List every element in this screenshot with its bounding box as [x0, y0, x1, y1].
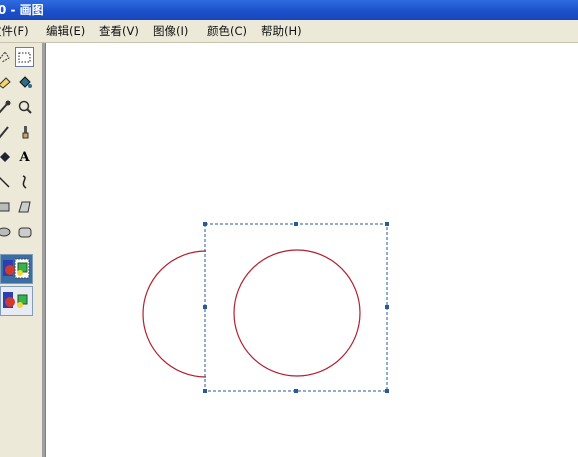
title-bar[interactable]: 0 - 画图	[0, 0, 578, 20]
free-select-icon[interactable]	[0, 47, 13, 67]
selection-handles	[203, 222, 389, 393]
curve-icon[interactable]	[15, 172, 34, 192]
toolbox: A	[0, 43, 42, 457]
line-icon[interactable]	[0, 172, 13, 192]
menu-color[interactable]: 颜色(C)	[207, 20, 247, 42]
selection-mode-transparent[interactable]	[0, 286, 33, 316]
airbrush-icon[interactable]	[0, 147, 13, 167]
clipped-circle-arc	[142, 250, 207, 378]
fill-bucket-icon[interactable]	[15, 72, 34, 92]
color-picker-icon[interactable]	[0, 97, 13, 117]
ellipse-icon[interactable]	[0, 222, 13, 242]
rounded-rect-icon[interactable]	[15, 222, 34, 242]
drawing-canvas[interactable]	[46, 43, 578, 457]
circle-shape	[233, 249, 361, 377]
pencil-icon[interactable]	[0, 122, 13, 142]
rect-select-icon[interactable]	[15, 47, 34, 67]
text-icon[interactable]: A	[15, 147, 34, 167]
polygon-icon[interactable]	[15, 197, 34, 217]
menu-edit[interactable]: 编辑(E)	[46, 20, 85, 42]
rectangle-icon[interactable]	[0, 197, 13, 217]
selection-mode-opaque[interactable]	[0, 254, 33, 284]
menu-help[interactable]: 帮助(H)	[261, 20, 302, 42]
menu-view[interactable]: 查看(V)	[99, 20, 139, 42]
menu-file[interactable]: 文件(F)	[0, 20, 29, 42]
eraser-icon[interactable]	[0, 72, 13, 92]
window-title: 0 - 画图	[0, 3, 44, 17]
menu-bar: 文件(F) 编辑(E) 查看(V) 图像(I) 颜色(C) 帮助(H)	[0, 20, 578, 43]
menu-image[interactable]: 图像(I)	[153, 20, 188, 42]
magnifier-icon[interactable]	[15, 97, 34, 117]
brush-icon[interactable]	[15, 122, 34, 142]
